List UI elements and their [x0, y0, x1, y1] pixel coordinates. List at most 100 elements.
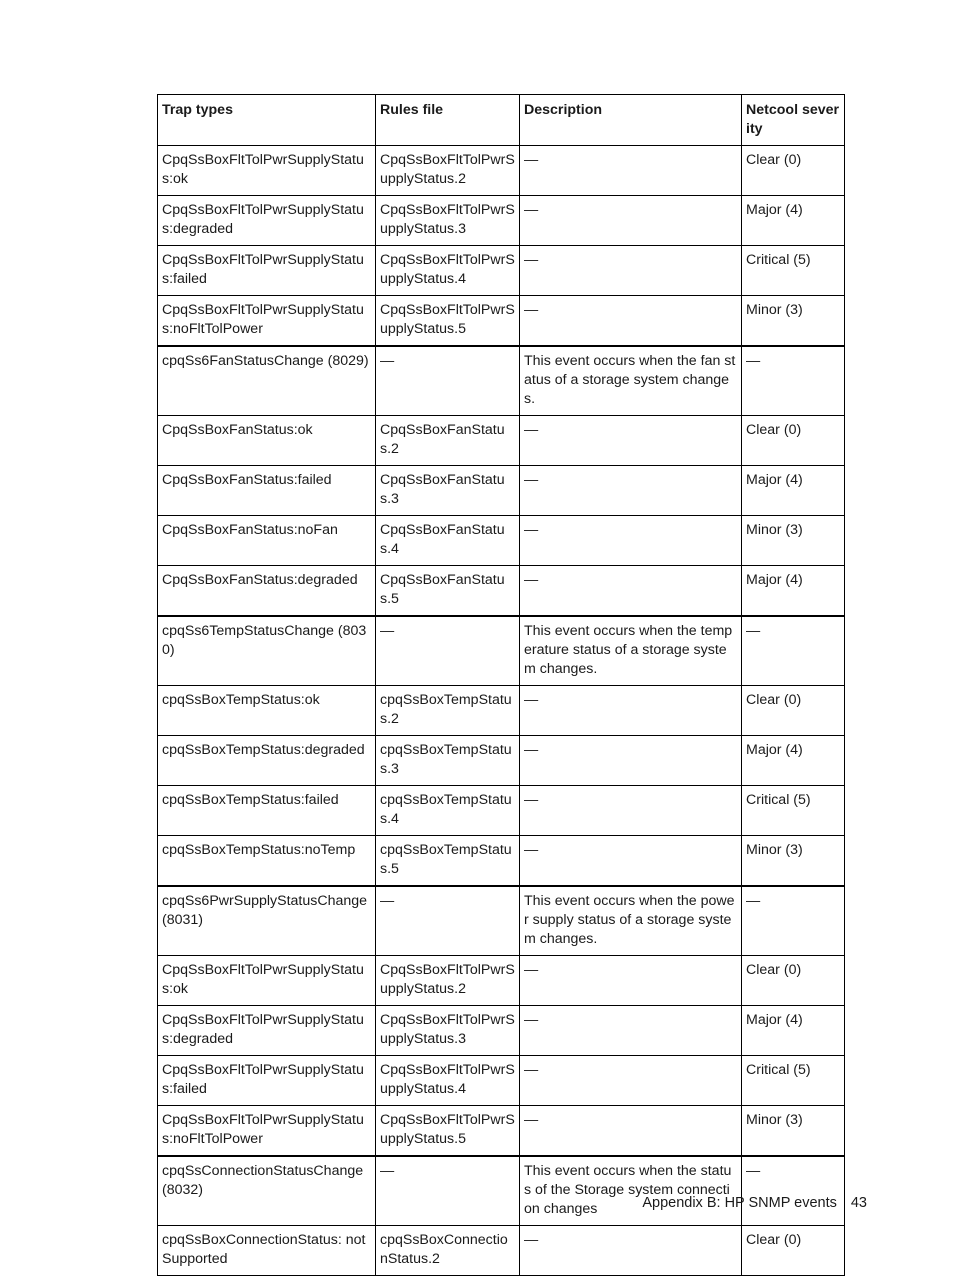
severity-cell: Critical (5) [741, 1055, 845, 1106]
table-row: cpqSsBoxTempStatus:noTemp cpqSsBoxTempSta… [157, 835, 845, 887]
table-row: CpqSsBoxFltTolPwrSupplyStatus:noFltTolPo… [157, 1105, 845, 1157]
description-cell: — [519, 685, 742, 736]
rules-file-cell: CpqSsBoxFltTolPwrSupplyStatus.4 [375, 1055, 520, 1106]
header-rules-file: Rules file [375, 94, 520, 146]
table-row: cpqSsBoxConnectionStatus: notSupported cp… [157, 1225, 845, 1276]
severity-cell: Minor (3) [741, 835, 845, 887]
table-row: CpqSsBoxFltTolPwrSupplyStatus:ok CpqSsBox… [157, 145, 845, 196]
severity-cell: Major (4) [741, 735, 845, 786]
rules-file-cell: CpqSsBoxFltTolPwrSupplyStatus.2 [375, 955, 520, 1006]
rules-file-cell: — [375, 885, 520, 956]
trap-type-cell: CpqSsBoxFltTolPwrSupplyStatus:degraded [157, 1005, 376, 1056]
severity-cell: Major (4) [741, 565, 845, 617]
rules-file-cell: cpqSsBoxConnectionStatus.2 [375, 1225, 520, 1276]
description-cell: — [519, 565, 742, 617]
table-row-event-group: cpqSs6PwrSupplyStatusChange (8031) — This … [157, 885, 845, 956]
header-description: Description [519, 94, 742, 146]
description-cell: — [519, 835, 742, 887]
severity-cell: Minor (3) [741, 515, 845, 566]
table-row: CpqSsBoxFanStatus:noFan CpqSsBoxFanStatus… [157, 515, 845, 566]
trap-type-cell: cpqSsBoxTempStatus:noTemp [157, 835, 376, 887]
rules-file-cell: — [375, 615, 520, 686]
trap-type-cell: CpqSsBoxFanStatus:ok [157, 415, 376, 466]
trap-type-cell: cpqSsBoxTempStatus:failed [157, 785, 376, 836]
rules-file-cell: CpqSsBoxFanStatus.5 [375, 565, 520, 617]
rules-file-cell: CpqSsBoxFltTolPwrSupplyStatus.5 [375, 295, 520, 347]
description-cell: — [519, 955, 742, 1006]
description-cell: — [519, 1005, 742, 1056]
trap-type-cell: cpqSs6FanStatusChange (8029) [157, 345, 376, 416]
rules-file-cell: cpqSsBoxTempStatus.2 [375, 685, 520, 736]
description-cell: — [519, 295, 742, 347]
severity-cell: Critical (5) [741, 785, 845, 836]
trap-type-cell: cpqSs6TempStatusChange (8030) [157, 615, 376, 686]
header-trap-types: Trap types [157, 94, 376, 146]
description-cell: This event occurs when the fan status of… [519, 345, 742, 416]
table-row-event-group: cpqSs6TempStatusChange (8030) — This event… [157, 615, 845, 686]
description-cell: This event occurs when the power supply … [519, 885, 742, 956]
table-row: CpqSsBoxFltTolPwrSupplyStatus:degraded Cp… [157, 1005, 845, 1056]
rules-file-cell: CpqSsBoxFanStatus.3 [375, 465, 520, 516]
severity-cell: — [741, 1155, 845, 1226]
table-row: CpqSsBoxFanStatus:ok CpqSsBoxFanStatus.2—… [157, 415, 845, 466]
table-row-event-group: cpqSs6FanStatusChange (8029) — This event … [157, 345, 845, 416]
description-cell: — [519, 195, 742, 246]
rules-file-cell: CpqSsBoxFltTolPwrSupplyStatus.3 [375, 1005, 520, 1056]
severity-cell: — [741, 885, 845, 956]
table-body: CpqSsBoxFltTolPwrSupplyStatus:ok CpqSsBox… [157, 145, 845, 1276]
description-cell: This event occurs when the status of the… [519, 1155, 742, 1226]
rules-file-cell: cpqSsBoxTempStatus.4 [375, 785, 520, 836]
severity-cell: Clear (0) [741, 1225, 845, 1276]
trap-type-cell: cpqSsBoxTempStatus:degraded [157, 735, 376, 786]
rules-file-cell: cpqSsBoxTempStatus.3 [375, 735, 520, 786]
trap-type-cell: CpqSsBoxFltTolPwrSupplyStatus:noFltTolPo… [157, 1105, 376, 1157]
footer-section-title: Appendix B: HP SNMP events [642, 1195, 837, 1211]
description-cell: — [519, 1105, 742, 1157]
description-cell: — [519, 245, 742, 296]
severity-cell: Clear (0) [741, 955, 845, 1006]
trap-type-cell: CpqSsBoxFltTolPwrSupplyStatus:failed [157, 1055, 376, 1106]
trap-types-table: Trap types Rules file Description Netcoo… [157, 94, 845, 1276]
severity-cell: — [741, 615, 845, 686]
trap-type-cell: cpqSsBoxConnectionStatus: notSupported [157, 1225, 376, 1276]
trap-type-cell: CpqSsBoxFltTolPwrSupplyStatus:failed [157, 245, 376, 296]
rules-file-cell: — [375, 345, 520, 416]
severity-cell: — [741, 345, 845, 416]
rules-file-cell: cpqSsBoxTempStatus.5 [375, 835, 520, 887]
rules-file-cell: CpqSsBoxFltTolPwrSupplyStatus.4 [375, 245, 520, 296]
table-row: CpqSsBoxFltTolPwrSupplyStatus:ok CpqSsBox… [157, 955, 845, 1006]
table-row: CpqSsBoxFltTolPwrSupplyStatus:noFltTolPo… [157, 295, 845, 347]
severity-cell: Clear (0) [741, 415, 845, 466]
rules-file-cell: — [375, 1155, 520, 1226]
trap-type-cell: CpqSsBoxFltTolPwrSupplyStatus:noFltTolPo… [157, 295, 376, 347]
severity-cell: Major (4) [741, 465, 845, 516]
page-footer: Appendix B: HP SNMP events 43 [642, 1195, 867, 1211]
severity-cell: Clear (0) [741, 685, 845, 736]
table-header-row: Trap types Rules file Description Netcoo… [157, 94, 845, 146]
rules-file-cell: CpqSsBoxFanStatus.4 [375, 515, 520, 566]
rules-file-cell: CpqSsBoxFltTolPwrSupplyStatus.3 [375, 195, 520, 246]
rules-file-cell: CpqSsBoxFltTolPwrSupplyStatus.2 [375, 145, 520, 196]
rules-file-cell: CpqSsBoxFanStatus.2 [375, 415, 520, 466]
table-row: CpqSsBoxFanStatus:failed CpqSsBoxFanStatu… [157, 465, 845, 516]
description-cell: — [519, 465, 742, 516]
description-cell: — [519, 515, 742, 566]
table-row-event-group: cpqSsConnectionStatusChange(8032) — This e… [157, 1155, 845, 1226]
severity-cell: Minor (3) [741, 1105, 845, 1157]
table-row: cpqSsBoxTempStatus:failed cpqSsBoxTempSta… [157, 785, 845, 836]
description-cell: This event occurs when the temperature s… [519, 615, 742, 686]
rules-file-cell: CpqSsBoxFltTolPwrSupplyStatus.5 [375, 1105, 520, 1157]
trap-type-cell: CpqSsBoxFanStatus:noFan [157, 515, 376, 566]
trap-type-cell: CpqSsBoxFltTolPwrSupplyStatus:ok [157, 955, 376, 1006]
trap-type-cell: CpqSsBoxFanStatus:degraded [157, 565, 376, 617]
trap-type-cell: cpqSsConnectionStatusChange(8032) [157, 1155, 376, 1226]
severity-cell: Critical (5) [741, 245, 845, 296]
trap-type-cell: cpqSs6PwrSupplyStatusChange (8031) [157, 885, 376, 956]
header-netcool-severity: Netcool severity [741, 94, 845, 146]
severity-cell: Major (4) [741, 1005, 845, 1056]
page-number: 43 [850, 1195, 867, 1211]
description-cell: — [519, 415, 742, 466]
trap-type-cell: cpqSsBoxTempStatus:ok [157, 685, 376, 736]
table-row: CpqSsBoxFltTolPwrSupplyStatus:failed CpqS… [157, 1055, 845, 1106]
severity-cell: Clear (0) [741, 145, 845, 196]
